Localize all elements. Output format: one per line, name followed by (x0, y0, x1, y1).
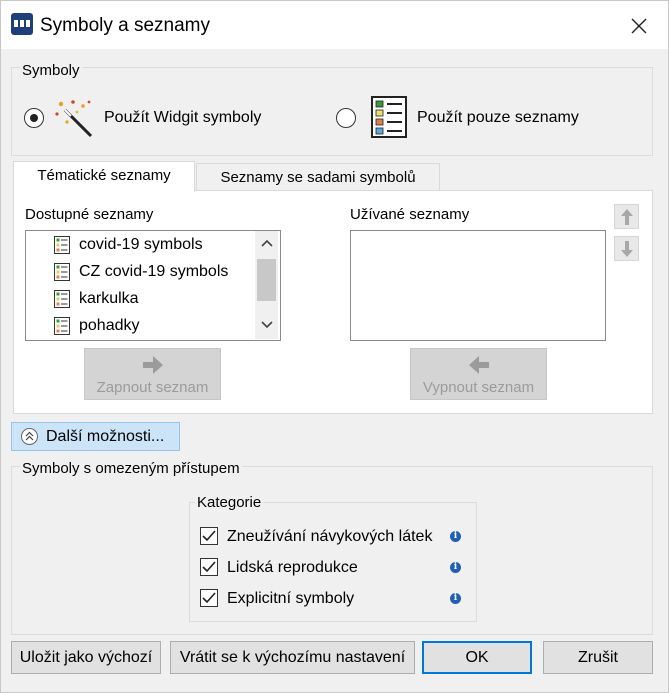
scroll-down-icon[interactable] (261, 321, 273, 329)
category-checkbox-reproduction[interactable] (200, 558, 218, 576)
available-lists-listbox[interactable]: covid-19 symbols CZ covid-19 symbols kar (25, 230, 281, 341)
move-up-button[interactable] (614, 204, 639, 229)
list-item-icon (54, 317, 70, 335)
close-button[interactable] (615, 8, 663, 44)
arrow-down-icon (621, 241, 633, 257)
ok-button[interactable]: OK (422, 641, 532, 674)
category-checkbox-explicit[interactable] (200, 589, 218, 607)
more-options-button[interactable]: Další možnosti... (11, 422, 180, 451)
app-icon (11, 13, 33, 35)
arrow-right-icon (143, 356, 163, 374)
list-item-icon (54, 290, 70, 308)
category-label-reproduction: Lidská reprodukce (227, 559, 358, 576)
enable-list-button[interactable]: Zapnout seznam (84, 348, 221, 400)
list-item-icon (54, 236, 70, 254)
list-item[interactable]: pohadky (26, 314, 255, 340)
checkmark-icon (202, 561, 216, 573)
radio-widgit-symbols[interactable] (24, 108, 44, 128)
list-item-label: karkulka (79, 290, 139, 307)
checkmark-icon (202, 592, 216, 604)
more-options-label: Další možnosti... (46, 428, 165, 445)
window-title: Symboly a seznamy (40, 15, 211, 36)
available-lists-scrollbar[interactable] (255, 231, 278, 339)
radio-lists-only-label: Použít pouze seznamy (417, 109, 579, 126)
list-item[interactable]: CZ covid-19 symbols (26, 260, 255, 286)
tab-thematic-lists-label: Tématické seznamy (37, 167, 171, 184)
category-label-explicit: Explicitní symboly (227, 590, 355, 607)
restore-default-button[interactable]: Vrátit se k výchozímu nastavení (170, 641, 415, 674)
radio-lists-only[interactable] (336, 108, 356, 128)
available-lists-label: Dostupné seznamy (25, 206, 154, 223)
list-icon (371, 96, 407, 138)
info-icon[interactable]: i (450, 562, 461, 573)
list-item[interactable]: covid-19 symbols (26, 233, 255, 259)
list-item-label: CZ covid-19 symbols (79, 263, 229, 280)
tab-panel: Dostupné seznamy covid-19 symbols CZ cov… (13, 190, 653, 414)
list-item-label: pohadky (79, 317, 140, 334)
list-item-icon (54, 263, 70, 281)
scroll-up-icon[interactable] (261, 239, 273, 247)
arrow-left-icon (469, 356, 489, 374)
checkmark-icon (202, 530, 216, 542)
magic-wand-icon (55, 100, 93, 138)
list-item-label: covid-19 symbols (79, 236, 203, 253)
info-icon[interactable]: i (450, 531, 461, 542)
info-icon[interactable]: i (450, 593, 461, 604)
disable-list-label: Vypnout seznam (422, 379, 535, 396)
scroll-thumb[interactable] (257, 259, 276, 301)
disable-list-button[interactable]: Vypnout seznam (410, 348, 547, 400)
collapse-icon (21, 428, 38, 445)
restricted-group-label: Symboly s omezeným přístupem (20, 460, 242, 477)
cancel-button[interactable]: Zrušit (543, 641, 653, 674)
arrow-up-icon (621, 209, 633, 225)
used-lists-listbox[interactable] (350, 230, 606, 341)
category-label-substances: Zneužívání návykových látek (227, 528, 433, 545)
category-checkbox-substances[interactable] (200, 527, 218, 545)
enable-list-label: Zapnout seznam (96, 379, 209, 396)
used-lists-label: Užívané seznamy (350, 206, 470, 223)
category-group-label: Kategorie (195, 494, 264, 511)
save-default-button[interactable]: Uložit jako výchozí (11, 641, 161, 674)
dialog-window: Symboly a seznamy Symboly Použít Widgit … (0, 0, 669, 693)
list-item[interactable]: karkulka (26, 287, 255, 313)
title-bar: Symboly a seznamy (1, 1, 668, 49)
close-icon (631, 18, 647, 34)
tab-symbol-set-lists[interactable]: Seznamy se sadami symbolů (196, 163, 440, 192)
tab-thematic-lists[interactable]: Tématické seznamy (13, 161, 195, 192)
symbols-group-label: Symboly (20, 62, 82, 79)
tab-symbol-set-lists-label: Seznamy se sadami symbolů (220, 169, 416, 186)
radio-widgit-label: Použít Widgit symboly (104, 109, 262, 126)
move-down-button[interactable] (614, 236, 639, 261)
